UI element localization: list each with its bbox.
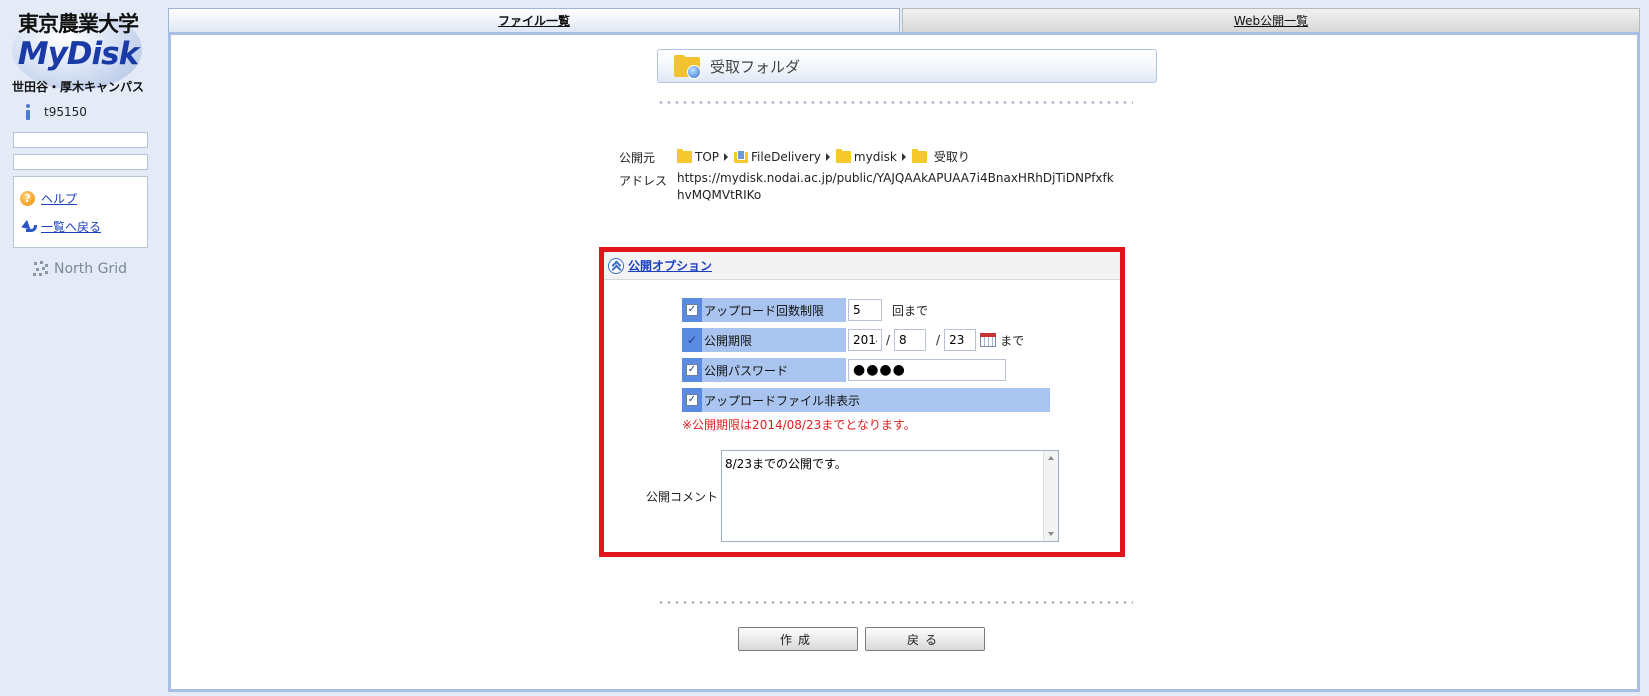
path-arrow-icon xyxy=(901,152,906,161)
user-id: t95150 xyxy=(44,105,87,119)
folder-globe-icon xyxy=(674,55,701,79)
expiry-note: ※公開期限は2014/08/23までとなります。 xyxy=(682,418,916,432)
comment-scrollbar[interactable] xyxy=(1043,451,1058,541)
publish-options-header[interactable]: 公開オプション xyxy=(604,252,1120,280)
back-button[interactable]: 戻る xyxy=(865,627,985,651)
help-link[interactable]: ヘルプ xyxy=(41,190,77,207)
path-segment-received: 受取り xyxy=(911,148,970,165)
tab-web-publish-list-label: Web公開一覧 xyxy=(1233,14,1309,28)
help-icon: ? xyxy=(20,190,35,206)
mydisk-logo[interactable]: 東京農業大学 MyDisk 世田谷・厚木キャンパス xyxy=(4,4,152,96)
sidebar-item-help[interactable]: ? ヘルプ xyxy=(20,187,141,209)
hide-upload-label: アップロードファイル非表示 xyxy=(704,393,861,408)
tab-file-list-label: ファイル一覧 xyxy=(497,14,570,28)
upload-limit-suffix: 回まで xyxy=(892,303,929,318)
option-expiry: ✓ 公開期限 / / まで xyxy=(682,328,1050,352)
option-upload-limit: ✓ アップロード回数制限 回まで xyxy=(682,298,1050,322)
expiry-controls: / / まで xyxy=(846,328,1050,352)
expiry-suffix: まで xyxy=(1000,333,1025,348)
publish-address-row: アドレス https://mydisk.nodai.ac.jp/public/Y… xyxy=(619,170,1139,204)
expiry-checkbox[interactable]: ✓ xyxy=(687,333,697,347)
date-separator: / xyxy=(936,333,941,347)
sidebar-blank-box-2 xyxy=(13,154,148,170)
user-info-icon xyxy=(24,104,32,120)
password-label: 公開パスワード xyxy=(704,363,789,378)
path-label: FileDelivery xyxy=(751,149,821,164)
collapse-up-icon[interactable] xyxy=(608,257,624,274)
date-separator: / xyxy=(886,333,891,347)
dotted-divider-bottom xyxy=(657,601,1133,604)
publish-address: https://mydisk.nodai.ac.jp/public/YAJQAA… xyxy=(677,171,1114,202)
folder-icon xyxy=(677,148,692,163)
path-label: mydisk xyxy=(853,149,897,164)
upload-limit-controls: 回まで xyxy=(846,298,1050,322)
path-arrow-icon xyxy=(825,152,830,161)
logo-campus: 世田谷・厚木キャンパス xyxy=(11,80,144,94)
upload-limit-label: アップロード回数制限 xyxy=(704,303,825,318)
publish-source-row: 公開元 TOP FileDelivery mydisk 受取り xyxy=(619,147,1139,166)
tab-file-list[interactable]: ファイル一覧 xyxy=(168,8,900,32)
expiry-label: 公開期限 xyxy=(704,333,753,348)
comment-field[interactable]: 8/23までの公開です。 xyxy=(721,450,1059,542)
upload-limit-checkbox[interactable]: ✓ xyxy=(686,304,698,316)
sidebar-links: ? ヘルプ 一覧へ戻る xyxy=(13,176,148,248)
folder-document-icon xyxy=(734,150,749,163)
checkbox-cell: ✓ xyxy=(682,328,702,352)
path-segment-mydisk: mydisk xyxy=(835,148,897,164)
logo-brand: MyDisk xyxy=(17,36,139,72)
password-input[interactable] xyxy=(848,359,1006,381)
publish-options-toggle[interactable]: 公開オプション xyxy=(628,257,712,274)
checkbox-cell: ✓ xyxy=(682,298,702,322)
tab-web-publish-list[interactable]: Web公開一覧 xyxy=(902,8,1640,32)
comment-label: 公開コメント xyxy=(646,490,719,504)
path-label: TOP xyxy=(695,149,720,164)
folder-icon xyxy=(911,148,927,163)
path-label: 受取り xyxy=(933,150,970,164)
dotted-divider-top xyxy=(657,101,1133,104)
folder-icon xyxy=(835,148,851,163)
main-panel: 受取フォルダ 公開元 TOP FileDelivery mydisk 受取り ア… xyxy=(168,32,1640,692)
publish-path: TOP FileDelivery mydisk 受取り xyxy=(677,147,970,166)
password-controls xyxy=(846,358,1050,382)
expiry-day-input[interactable] xyxy=(944,329,977,351)
publish-address-label: アドレス xyxy=(619,174,668,188)
expiry-month-input[interactable] xyxy=(894,329,927,351)
checkbox-cell: ✓ xyxy=(682,358,702,382)
option-password: ✓ 公開パスワード xyxy=(682,358,1050,382)
publish-info: 公開元 TOP FileDelivery mydisk 受取り アドレス htt… xyxy=(619,147,1139,208)
tab-bar: ファイル一覧 Web公開一覧 xyxy=(168,8,1640,32)
publish-source-label: 公開元 xyxy=(619,151,656,165)
create-button[interactable]: 作成 xyxy=(738,627,858,651)
path-segment-filedelivery: FileDelivery xyxy=(734,150,821,164)
comment-textarea[interactable]: 8/23までの公開です。 xyxy=(722,451,1044,541)
path-arrow-icon xyxy=(724,152,729,161)
password-checkbox[interactable]: ✓ xyxy=(686,364,698,376)
hide-upload-checkbox[interactable]: ✓ xyxy=(686,394,698,406)
path-segment-top: TOP xyxy=(677,148,720,164)
sidebar-blank-box-1 xyxy=(13,132,148,148)
upload-limit-input[interactable] xyxy=(848,299,882,321)
publish-options-panel: 公開オプション ✓ アップロード回数制限 回まで ✓ 公開期限 / / xyxy=(599,247,1125,557)
checkbox-cell: ✓ xyxy=(682,388,702,412)
expiry-year-input[interactable] xyxy=(848,329,882,351)
back-arrow-icon xyxy=(20,219,37,234)
option-hide-upload-files: ✓ アップロードファイル非表示 xyxy=(682,388,1050,412)
logo-university-name: 東京農業大学 xyxy=(18,11,139,36)
north-grid-logo: North Grid xyxy=(32,260,127,278)
calendar-icon[interactable] xyxy=(980,333,997,347)
folder-title-bar: 受取フォルダ xyxy=(657,49,1157,83)
north-grid-icon xyxy=(32,260,50,278)
back-to-list-link[interactable]: 一覧へ戻る xyxy=(41,218,101,235)
user-info: t95150 xyxy=(24,104,87,120)
folder-title: 受取フォルダ xyxy=(710,57,801,76)
sidebar: 東京農業大学 MyDisk 世田谷・厚木キャンパス t95150 ? ヘルプ 一… xyxy=(0,0,160,696)
north-grid-text: North Grid xyxy=(54,261,127,277)
sidebar-item-back-to-list[interactable]: 一覧へ戻る xyxy=(20,215,141,237)
